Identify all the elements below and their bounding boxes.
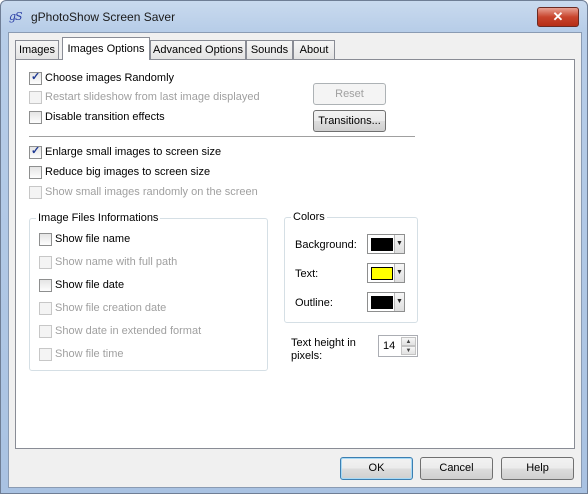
checkbox-label: Show file creation date xyxy=(55,302,167,314)
file-info-group: Image Files Informations Show file name … xyxy=(29,212,268,371)
dialog-body: Images Images Options Advanced Options S… xyxy=(8,32,582,488)
tab-advanced-options-label: Advanced Options xyxy=(153,44,243,56)
checkbox-box[interactable] xyxy=(29,186,42,199)
checkbox-box[interactable] xyxy=(39,325,52,338)
reset-button[interactable]: Reset xyxy=(313,83,386,105)
background-color-picker[interactable]: ▼ xyxy=(367,234,405,254)
checkbox-box[interactable] xyxy=(29,71,42,85)
checkbox-box[interactable] xyxy=(39,279,52,292)
outline-color-picker[interactable]: ▼ xyxy=(367,292,405,312)
text-height-label-pixels: pixels: xyxy=(291,350,323,362)
spin-down-icon[interactable]: ▼ xyxy=(401,346,416,355)
background-color-swatch xyxy=(371,238,393,251)
checkbox-box[interactable] xyxy=(29,145,42,159)
title-bar[interactable]: gS gPhotoShow Screen Saver ✕ xyxy=(1,1,587,33)
close-button[interactable]: ✕ xyxy=(537,7,579,27)
checkbox-box[interactable] xyxy=(39,348,52,361)
outline-color-swatch xyxy=(371,296,393,309)
checkbox-label: Show date in extended format xyxy=(55,325,202,337)
colors-group-title: Colors xyxy=(291,211,327,223)
checkbox-box[interactable] xyxy=(39,256,52,269)
checkbox-box[interactable] xyxy=(29,111,42,124)
ok-button[interactable]: OK xyxy=(340,457,413,480)
cancel-button[interactable]: Cancel xyxy=(420,457,493,480)
chevron-down-icon[interactable]: ▼ xyxy=(394,293,404,311)
checkbox-label: Show file time xyxy=(55,348,124,360)
colors-group: Colors Background: ▼ Text: ▼ Outline: ▼ xyxy=(284,211,418,323)
tab-about[interactable]: About xyxy=(293,40,335,59)
tab-images-label: Images xyxy=(18,44,56,56)
separator xyxy=(29,136,415,138)
file-info-group-title: Image Files Informations xyxy=(36,212,161,224)
tab-images-options-label: Images Options xyxy=(67,43,145,55)
checkbox-label: Show file date xyxy=(55,279,125,291)
transitions-button[interactable]: Transitions... xyxy=(313,110,386,132)
chevron-down-icon[interactable]: ▼ xyxy=(394,235,404,253)
checkbox-box[interactable] xyxy=(39,302,52,315)
text-color-swatch xyxy=(371,267,393,280)
chevron-down-icon[interactable]: ▼ xyxy=(394,264,404,282)
tab-sounds[interactable]: Sounds xyxy=(246,40,293,59)
checkbox-label: Disable transition effects xyxy=(45,111,165,123)
checkbox-label: Restart slideshow from last image displa… xyxy=(45,91,260,103)
tab-advanced-options[interactable]: Advanced Options xyxy=(150,40,246,59)
help-button[interactable]: Help xyxy=(501,457,574,480)
tab-about-label: About xyxy=(299,44,329,56)
checkbox-label: Enlarge small images to screen size xyxy=(45,146,222,158)
checkbox-label: Reduce big images to screen size xyxy=(45,166,211,178)
tab-images[interactable]: Images xyxy=(15,40,59,59)
images-options-panel: Choose images Randomly Restart slideshow… xyxy=(15,59,575,449)
tab-images-options[interactable]: Images Options xyxy=(62,37,150,60)
text-height-value[interactable]: 14 xyxy=(383,340,395,352)
checkbox-label: Show small images randomly on the screen xyxy=(45,186,258,198)
checkbox-box[interactable] xyxy=(39,233,52,246)
app-icon: gS xyxy=(9,10,23,23)
checkbox-box[interactable] xyxy=(29,91,42,104)
background-color-label: Background: xyxy=(295,239,357,251)
checkbox-label: Choose images Randomly xyxy=(45,72,175,84)
window-title: gPhotoShow Screen Saver xyxy=(31,10,176,24)
checkbox-box[interactable] xyxy=(29,166,42,179)
checkbox-label: Show name with full path xyxy=(55,256,178,268)
outline-color-label: Outline: xyxy=(295,297,333,309)
text-color-label: Text: xyxy=(295,268,319,280)
text-height-label: Text height in xyxy=(291,337,356,349)
checkbox-label: Show file name xyxy=(55,233,131,245)
tab-sounds-label: Sounds xyxy=(250,44,289,56)
text-color-picker[interactable]: ▼ xyxy=(367,263,405,283)
text-height-spinner[interactable]: 14 ▲ ▼ xyxy=(378,335,418,357)
screen-saver-window: gS gPhotoShow Screen Saver ✕ Images Imag… xyxy=(0,0,588,494)
close-icon: ✕ xyxy=(552,9,564,24)
spin-up-icon[interactable]: ▲ xyxy=(401,337,416,346)
